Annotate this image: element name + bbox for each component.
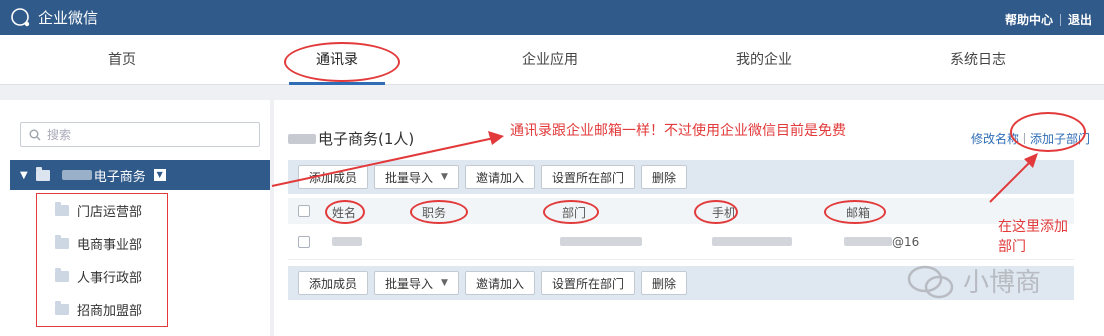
divider [1023,133,1025,144]
column-header-name[interactable]: 姓名 [332,204,356,221]
dept-title-label: 电子商务(1人) [318,130,415,148]
search-input[interactable]: 搜索 [20,122,260,147]
dept-root-item[interactable]: ▼ 电子商务 ▼ [10,160,270,190]
invite-button[interactable]: 邀请加入 [464,165,535,189]
sub-dept-label: 招商加盟部 [77,304,143,319]
dropdown-arrow-icon: ▼ [441,172,448,182]
sub-dept-item[interactable]: 门店运营部 [37,194,167,227]
dept-title: 电子商务(1人) [288,128,414,149]
rename-link[interactable]: 修改名称 [971,130,1019,147]
redacted-text [61,170,92,180]
brand[interactable]: 企业微信 [10,7,98,28]
help-center-link[interactable]: 帮助中心 [1005,11,1053,28]
add-sub-dept-link[interactable]: 添加子部门 [1030,130,1090,147]
toolbar-top: 添加成员 批量导入 ▼ 邀请加入 设置所在部门 删除 [288,160,1074,194]
dropdown-arrow-icon: ▼ [441,278,448,288]
batch-import-button[interactable]: 批量导入 ▼ [374,165,459,189]
folder-icon [55,301,69,315]
button-label: 邀请加入 [475,276,524,291]
table-header: 姓名 职务 部门 手机 邮箱 [288,198,1074,224]
column-header-title[interactable]: 职务 [422,204,446,221]
button-label: 邀请加入 [475,170,524,185]
button-label: 添加成员 [309,170,358,185]
redacted-phone [712,237,792,246]
logout-link[interactable]: 退出 [1068,11,1092,28]
add-member-button[interactable]: 添加成员 [298,165,369,189]
column-header-phone[interactable]: 手机 [712,204,736,221]
button-label: 添加成员 [309,276,358,291]
tab-home[interactable]: 首页 [62,35,182,85]
tab-apps[interactable]: 企业应用 [490,35,610,85]
button-label: 删除 [651,276,676,291]
sub-dept-list: 门店运营部 电商事业部 人事行政部 招商加盟部 [36,193,168,327]
button-label: 批量导入 [385,170,434,185]
email-suffix: @16 [892,235,920,249]
department-sidebar: 搜索 ▼ 电子商务 ▼ 门店运营部 电商事业部 人事行政部 招商加盟部 [0,100,270,336]
expand-triangle-icon[interactable]: ▼ [20,170,28,181]
main-nav: 首页 通讯录 企业应用 我的企业 系统日志 [0,35,1104,85]
sub-dept-label: 电商事业部 [77,238,143,253]
redacted-email [844,237,892,246]
column-header-dept[interactable]: 部门 [562,204,586,221]
sub-dept-label: 人事行政部 [77,271,143,286]
dept-root-label: 电子商务 [93,169,146,185]
select-all-checkbox[interactable] [298,205,310,217]
folder-icon [35,166,50,181]
sub-dept-label: 门店运营部 [77,205,143,220]
set-dept-button[interactable]: 设置所在部门 [540,271,635,295]
column-header-email[interactable]: 邮箱 [846,204,870,221]
folder-icon [55,202,69,216]
brand-name: 企业微信 [38,9,99,27]
folder-icon [55,235,69,249]
sub-dept-item[interactable]: 电商事业部 [37,227,167,260]
dept-actions: 修改名称 添加子部门 [971,130,1090,147]
add-member-button[interactable]: 添加成员 [298,271,369,295]
active-tab-indicator [289,82,385,85]
redacted-text [288,133,316,144]
table-row[interactable]: @16 [288,224,1074,260]
button-label: 批量导入 [385,276,434,291]
button-label: 删除 [651,170,676,185]
button-label: 设置所在部门 [551,170,624,185]
batch-import-button[interactable]: 批量导入 ▼ [374,271,459,295]
button-label: 设置所在部门 [551,276,624,291]
member-panel: 电子商务(1人) 修改名称 添加子部门 添加成员 批量导入 ▼ 邀请加入 设置所在… [274,100,1104,336]
redacted-name [332,237,362,246]
redacted-dept [560,237,642,246]
folder-icon [55,268,69,282]
search-placeholder: 搜索 [47,128,72,142]
sub-dept-item[interactable]: 人事行政部 [37,260,167,293]
dept-menu-icon[interactable]: ▼ [153,169,166,181]
delete-button[interactable]: 删除 [640,165,687,189]
tab-my-enterprise[interactable]: 我的企业 [704,35,824,85]
top-links: 帮助中心 退出 [1005,11,1092,28]
row-checkbox[interactable] [298,236,310,248]
tab-contacts[interactable]: 通讯录 [277,35,397,85]
divider [1059,13,1061,26]
search-icon [29,129,41,140]
tab-system-log[interactable]: 系统日志 [918,35,1038,85]
top-bar: 企业微信 帮助中心 退出 [0,0,1104,35]
set-dept-button[interactable]: 设置所在部门 [540,165,635,189]
sub-dept-item[interactable]: 招商加盟部 [37,293,167,326]
wechat-work-logo-icon [11,7,30,26]
invite-button[interactable]: 邀请加入 [464,271,535,295]
delete-button[interactable]: 删除 [640,271,687,295]
toolbar-bottom: 添加成员 批量导入 ▼ 邀请加入 设置所在部门 删除 [288,266,1074,300]
